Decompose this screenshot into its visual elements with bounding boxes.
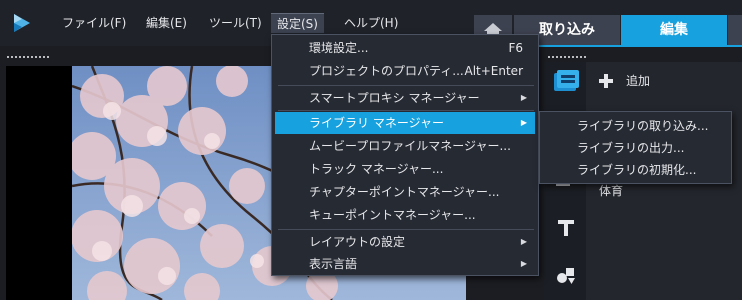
menu-item-library-manager[interactable]: ライブラリ マネージャー ▶ (275, 112, 535, 134)
menu-edit[interactable]: 編集(E) (140, 13, 193, 33)
menu-help[interactable]: ヘルプ(H) (338, 13, 404, 33)
menu-item-label: 環境設定... (309, 41, 369, 55)
menu-item-label: キューポイントマネージャー... (309, 208, 476, 222)
tab-more[interactable] (728, 15, 742, 45)
menu-item-label: スマートプロキシ マネージャー (309, 91, 480, 105)
tab-edit[interactable]: 編集 (621, 15, 727, 45)
submenu-item-import-library[interactable]: ライブラリの取り込み... (577, 115, 708, 137)
submenu-item-reset-library[interactable]: ライブラリの初期化... (577, 159, 696, 181)
menu-settings[interactable]: 設定(S) (271, 13, 324, 33)
menu-item-label: プロジェクトのプロパティ... (309, 64, 464, 78)
media-library-icon[interactable] (551, 68, 581, 96)
menu-file[interactable]: ファイル(F) (56, 13, 132, 33)
menu-separator (278, 85, 534, 86)
menu-item-movie-profile-manager[interactable]: ムービープロファイルマネージャー... (275, 135, 535, 157)
menu-item-display-language[interactable]: 表示言語 ▶ (275, 253, 535, 275)
menu-item-layout-settings[interactable]: レイアウトの設定 ▶ (275, 231, 535, 253)
title-icon[interactable] (556, 218, 576, 238)
menu-item-shortcut: F6 (508, 41, 523, 55)
submenu-arrow-icon: ▶ (520, 259, 527, 268)
menu-item-label: ムービープロファイルマネージャー... (309, 139, 511, 153)
library-item-label[interactable]: 体育 (599, 182, 623, 199)
menu-item-label: レイアウトの設定 (309, 235, 406, 249)
add-label: 追加 (626, 74, 651, 88)
menu-separator (278, 229, 534, 230)
menu-item-track-manager[interactable]: トラック マネージャー... (275, 158, 535, 180)
menu-separator (278, 110, 534, 111)
library-grip[interactable] (547, 55, 587, 59)
menu-item-label: トラック マネージャー... (309, 162, 444, 176)
submenu-arrow-icon: ▶ (520, 93, 527, 102)
graphics-icon[interactable] (555, 264, 577, 286)
plus-icon (599, 74, 613, 88)
menu-item-project-properties[interactable]: プロジェクトのプロパティ... Alt+Enter (275, 60, 535, 82)
submenu-item-export-library[interactable]: ライブラリの出力... (577, 137, 684, 159)
settings-menu: 環境設定... F6 プロジェクトのプロパティ... Alt+Enter スマー… (271, 34, 539, 276)
menu-item-label: チャプターポイントマネージャー... (309, 185, 500, 199)
submenu-arrow-icon: ▶ (520, 118, 527, 127)
menu-item-label: 表示言語 (309, 257, 358, 271)
menu-item-label: ライブラリ マネージャー (309, 116, 444, 130)
library-submenu: ライブラリの取り込み... ライブラリの出力... ライブラリの初期化... (539, 111, 732, 184)
app-logo-icon (14, 14, 30, 32)
panel-grip[interactable] (6, 55, 50, 59)
menu-item-cue-point-manager[interactable]: キューポイントマネージャー... (275, 204, 535, 226)
add-button[interactable]: 追加 (598, 68, 650, 94)
menu-item-preferences[interactable]: 環境設定... F6 (275, 37, 535, 59)
menu-item-smart-proxy-manager[interactable]: スマートプロキシ マネージャー ▶ (275, 87, 535, 109)
menu-item-shortcut: Alt+Enter (464, 64, 523, 78)
menu-item-chapter-point-manager[interactable]: チャプターポイントマネージャー... (275, 181, 535, 203)
menu-tools[interactable]: ツール(T) (203, 13, 268, 33)
submenu-arrow-icon: ▶ (520, 237, 527, 246)
